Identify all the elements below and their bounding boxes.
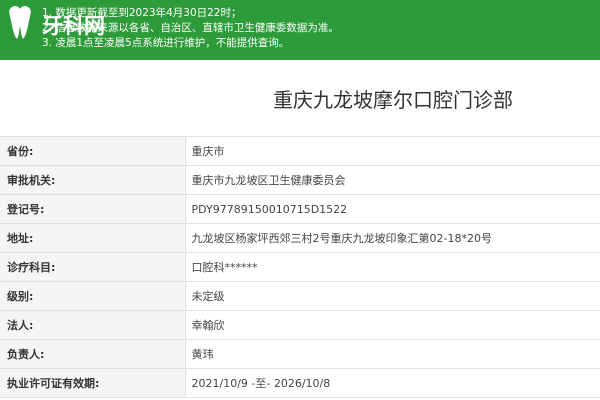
row-value-departments: 口腔科****** bbox=[185, 252, 600, 282]
row-value-province: 重庆市 bbox=[185, 136, 600, 166]
info-table: 省份: 重庆市 审批机关: 重庆市九龙坡区卫生健康委员会 登记号: PDY977… bbox=[0, 136, 600, 398]
notice-item: 2. 信息数据来源以各省、自治区、直辖市卫生健康委数据为准。 bbox=[42, 22, 339, 34]
row-label-legal-person: 法人: bbox=[0, 310, 186, 340]
table-row: 登记号: PDY97789150010715D1522 bbox=[0, 194, 600, 224]
row-label-address: 地址: bbox=[0, 223, 186, 253]
row-label-registration-number: 登记号: bbox=[0, 194, 186, 224]
notice-banner: 牙科网 1. 数据更新截至到2023年4月30日22时； 2. 信息数据来源以各… bbox=[0, 0, 600, 60]
notice-item: 3. 凌晨1点至凌晨5点系统进行维护，不能提供查询。 bbox=[42, 37, 290, 49]
page-title: 重庆九龙坡摩尔口腔门诊部 bbox=[273, 88, 513, 112]
table-row: 省份: 重庆市 bbox=[0, 136, 600, 166]
table-row: 地址: 九龙坡区杨家坪西郊三村2号重庆九龙坡印象汇第02-18*20号 bbox=[0, 223, 600, 253]
row-label-province: 省份: bbox=[0, 136, 186, 166]
notice-list: 1. 数据更新截至到2023年4月30日22时； 2. 信息数据来源以各省、自治… bbox=[42, 6, 339, 51]
row-value-address: 九龙坡区杨家坪西郊三村2号重庆九龙坡印象汇第02-18*20号 bbox=[185, 223, 600, 253]
table-row: 法人: 幸翰欣 bbox=[0, 310, 600, 340]
row-label-approval-authority: 审批机关: bbox=[0, 165, 186, 195]
table-row: 审批机关: 重庆市九龙坡区卫生健康委员会 bbox=[0, 165, 600, 195]
row-value-registration-number: PDY97789150010715D1522 bbox=[185, 194, 600, 224]
row-value-approval-authority: 重庆市九龙坡区卫生健康委员会 bbox=[185, 165, 600, 195]
table-row: 诊疗科目: 口腔科****** bbox=[0, 252, 600, 282]
row-value-level: 未定级 bbox=[185, 281, 600, 311]
table-row: 执业许可证有效期: 2021/10/9 -至- 2026/10/8 bbox=[0, 368, 600, 398]
row-label-person-in-charge: 负责人: bbox=[0, 339, 186, 369]
row-label-level: 级别: bbox=[0, 281, 186, 311]
table-row: 负责人: 黄玮 bbox=[0, 339, 600, 369]
notice-item: 1. 数据更新截至到2023年4月30日22时； bbox=[42, 7, 242, 19]
row-value-license-validity: 2021/10/9 -至- 2026/10/8 bbox=[185, 368, 600, 398]
row-value-person-in-charge: 黄玮 bbox=[185, 339, 600, 369]
table-row: 级别: 未定级 bbox=[0, 281, 600, 311]
row-label-license-validity: 执业许可证有效期: bbox=[0, 368, 186, 398]
row-label-departments: 诊疗科目: bbox=[0, 252, 186, 282]
row-value-legal-person: 幸翰欣 bbox=[185, 310, 600, 340]
